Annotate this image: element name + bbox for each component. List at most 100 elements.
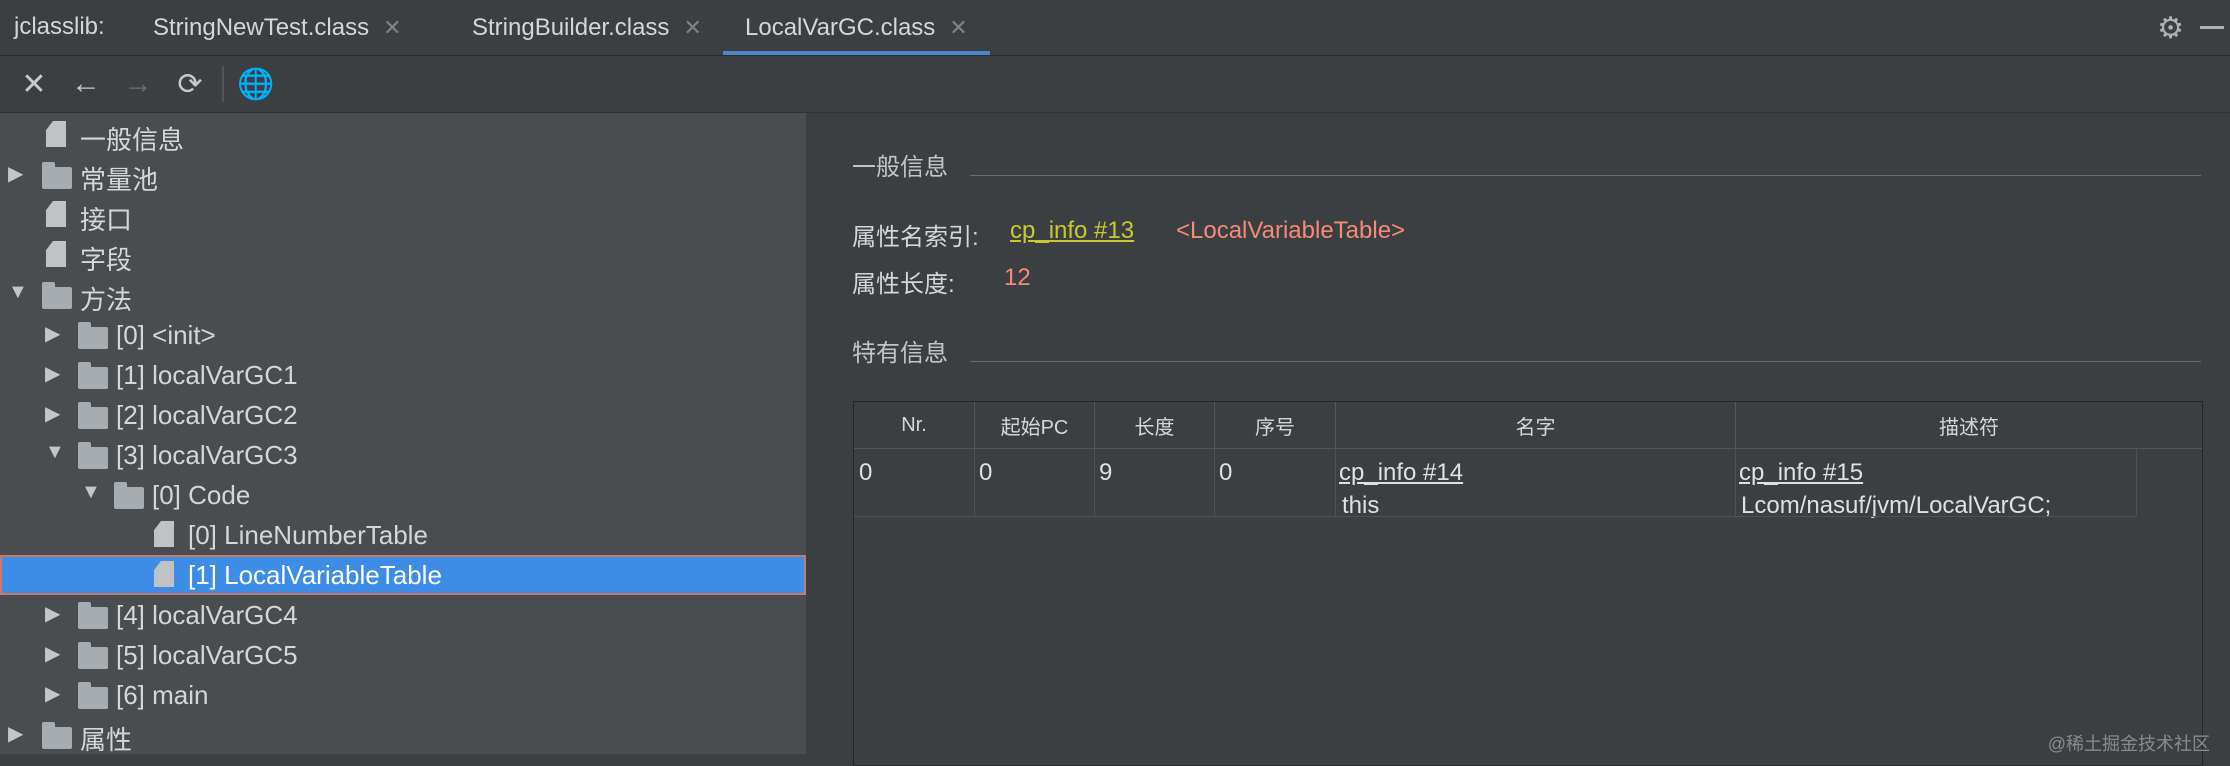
cell-length: 9: [1099, 459, 1113, 486]
specific-info-title: 特有信息: [852, 340, 948, 367]
tree-item-label: [6] main: [116, 680, 209, 710]
refresh-icon[interactable]: ⟳: [170, 64, 210, 104]
folder-icon: [78, 442, 108, 469]
expand-arrow-icon[interactable]: ▶: [45, 641, 65, 666]
tree-item-method-localvargc4[interactable]: ▶ [4] localVarGC4: [0, 595, 806, 635]
attribute-name-index-label: 属性名索引:: [852, 224, 979, 251]
back-arrow-icon[interactable]: ←: [66, 64, 106, 104]
tree-item-interfaces[interactable]: 接口: [0, 195, 806, 235]
collapse-arrow-icon[interactable]: ▼: [81, 481, 101, 504]
tree-item-label: [1] localVarGC1: [116, 360, 298, 390]
tree-item-method-localvargc2[interactable]: ▶ [2] localVarGC2: [0, 395, 806, 435]
file-icon: [46, 201, 66, 227]
file-icon: [46, 121, 66, 147]
tree-item-label: 一般信息: [80, 125, 185, 155]
tree-item-line-number-table[interactable]: [0] LineNumberTable: [0, 515, 806, 555]
column-header-descriptor[interactable]: 描述符: [1736, 402, 2202, 448]
cell-nr: 0: [859, 459, 873, 486]
attribute-name-value: <LocalVariableTable>: [1176, 217, 1406, 244]
section-divider: [970, 175, 2201, 176]
file-icon: [154, 521, 174, 547]
cell-index: 0: [1219, 459, 1233, 486]
tree-item-method-main[interactable]: ▶ [6] main: [0, 675, 806, 715]
folder-icon: [42, 722, 72, 749]
gear-icon[interactable]: ⚙: [2157, 11, 2184, 46]
tree-item-code[interactable]: ▼ [0] Code: [0, 475, 806, 515]
column-divider: [2136, 448, 2137, 516]
tree-item-label: [3] localVarGC3: [116, 440, 298, 470]
folder-icon: [78, 642, 108, 669]
expand-arrow-icon[interactable]: ▶: [8, 721, 28, 746]
expand-arrow-icon[interactable]: ▶: [8, 161, 28, 186]
tree-item-label: [0] <init>: [116, 320, 216, 350]
column-header-index[interactable]: 序号: [1215, 402, 1336, 448]
tree-item-label: 常量池: [80, 165, 159, 195]
forward-arrow-icon[interactable]: →: [118, 64, 158, 104]
file-icon: [154, 561, 174, 587]
folder-icon: [114, 482, 144, 509]
tool-window-title: jclasslib:: [14, 13, 105, 40]
folder-icon: [42, 282, 72, 309]
cell-descriptor-link[interactable]: cp_info #15: [1739, 459, 1863, 487]
folder-icon: [78, 362, 108, 389]
tree-item-constant-pool[interactable]: ▶ 常量池: [0, 155, 806, 195]
tree-item-method-localvargc1[interactable]: ▶ [1] localVarGC1: [0, 355, 806, 395]
expand-arrow-icon[interactable]: ▶: [45, 361, 65, 386]
tree-item-label: [5] localVarGC5: [116, 640, 298, 670]
file-icon: [46, 241, 66, 267]
tree-item-label: [4] localVarGC4: [116, 600, 298, 630]
header-divider: [854, 448, 2202, 449]
column-divider: [1335, 448, 1336, 516]
minimize-icon[interactable]: [2200, 26, 2224, 29]
general-info-title: 一般信息: [852, 154, 948, 181]
tab-label: StringBuilder.class: [472, 13, 670, 41]
folder-icon: [42, 162, 72, 189]
folder-icon: [78, 682, 108, 709]
toolbar: ✕ ← → ⟳ 🌐: [0, 56, 2230, 113]
column-header-nr[interactable]: Nr.: [854, 402, 975, 448]
tree-item-label: 接口: [80, 205, 133, 235]
tab-stringbuilder[interactable]: StringBuilder.class ✕: [472, 0, 702, 55]
attribute-name-index-link[interactable]: cp_info #13: [1010, 217, 1134, 245]
tab-stringnewtest[interactable]: StringNewTest.class ✕: [153, 0, 402, 55]
tab-label: LocalVarGC.class: [745, 13, 936, 41]
column-header-length[interactable]: 长度: [1095, 402, 1215, 448]
tree-item-method-init[interactable]: ▶ [0] <init>: [0, 315, 806, 355]
close-icon[interactable]: ✕: [949, 15, 967, 41]
expand-arrow-icon[interactable]: ▶: [45, 681, 65, 706]
expand-arrow-icon[interactable]: ▶: [45, 601, 65, 626]
toolbar-separator: [222, 66, 224, 102]
column-header-name[interactable]: 名字: [1336, 402, 1736, 448]
tree-item-attributes[interactable]: ▶ 属性: [0, 715, 806, 755]
attribute-length-value: 12: [1004, 264, 1031, 291]
tree-item-label: [1] LocalVariableTable: [188, 560, 442, 590]
tree-item-label: [2] localVarGC2: [116, 400, 298, 430]
column-divider: [1214, 448, 1215, 516]
close-icon[interactable]: ✕: [14, 64, 54, 104]
close-icon[interactable]: ✕: [683, 15, 701, 41]
watermark: @稀土掘金技术社区: [2047, 734, 2210, 754]
column-divider: [1735, 448, 1736, 516]
cell-name-link[interactable]: cp_info #14: [1339, 459, 1463, 487]
close-icon[interactable]: ✕: [383, 15, 401, 41]
globe-icon[interactable]: 🌐: [236, 64, 276, 104]
expand-arrow-icon[interactable]: ▶: [45, 401, 65, 426]
tab-localvargc[interactable]: LocalVarGC.class ✕: [723, 0, 990, 55]
column-header-start-pc[interactable]: 起始PC: [975, 402, 1095, 448]
expand-arrow-icon[interactable]: ▶: [45, 321, 65, 346]
folder-icon: [78, 322, 108, 349]
tree-item-local-variable-table[interactable]: [1] LocalVariableTable: [0, 555, 806, 595]
tree-item-general-info[interactable]: 一般信息: [0, 115, 806, 155]
structure-tree: 一般信息 ▶ 常量池 接口 字段 ▼ 方法 ▶ [0] <init> ▶ [1]…: [0, 113, 806, 755]
tree-item-methods[interactable]: ▼ 方法: [0, 275, 806, 315]
column-divider: [974, 448, 975, 516]
tree-item-method-localvargc3[interactable]: ▼ [3] localVarGC3: [0, 435, 806, 475]
section-divider: [970, 361, 2201, 362]
tree-item-method-localvargc5[interactable]: ▶ [5] localVarGC5: [0, 635, 806, 675]
collapse-arrow-icon[interactable]: ▼: [8, 281, 28, 304]
cell-start-pc: 0: [979, 459, 993, 486]
collapse-arrow-icon[interactable]: ▼: [45, 441, 65, 464]
tree-item-fields[interactable]: 字段: [0, 235, 806, 275]
row-divider: [854, 516, 2136, 517]
tab-bar: jclasslib: StringNewTest.class ✕ StringB…: [0, 0, 2230, 56]
